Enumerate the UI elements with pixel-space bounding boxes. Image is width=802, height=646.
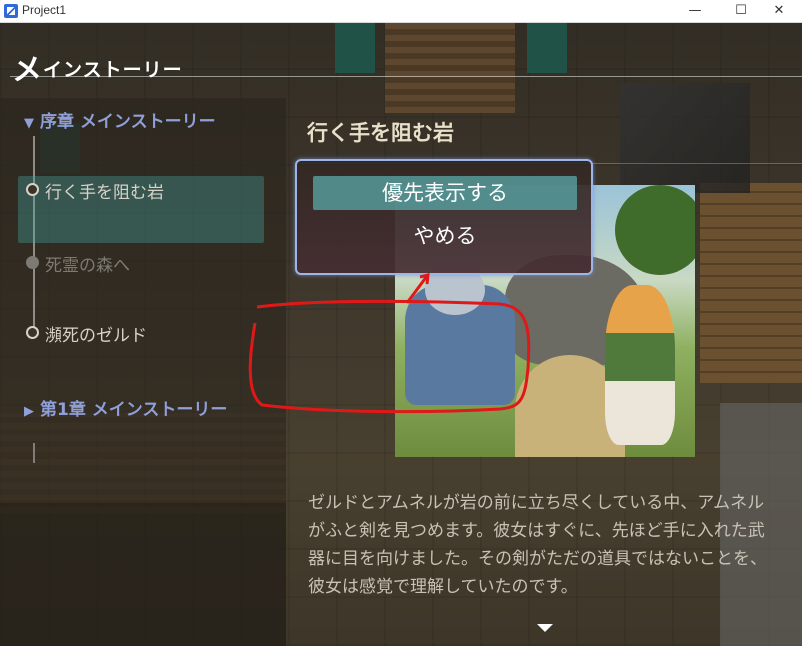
- game-screen: メインストーリー ▼ 序章 メインストーリー 行く手を阻む岩 死霊の森へ 瀕死のゼ…: [0, 23, 802, 646]
- red-annotation: [248, 273, 531, 414]
- minimize-button[interactable]: —: [672, 0, 718, 22]
- window-title: Project1: [22, 3, 67, 17]
- close-button[interactable]: ✕: [756, 0, 802, 22]
- app-icon: [4, 4, 18, 18]
- annotation-arrow: [405, 273, 430, 304]
- window-titlebar: Project1 — ☐ ✕: [0, 0, 802, 23]
- annotation-loop: [248, 299, 531, 414]
